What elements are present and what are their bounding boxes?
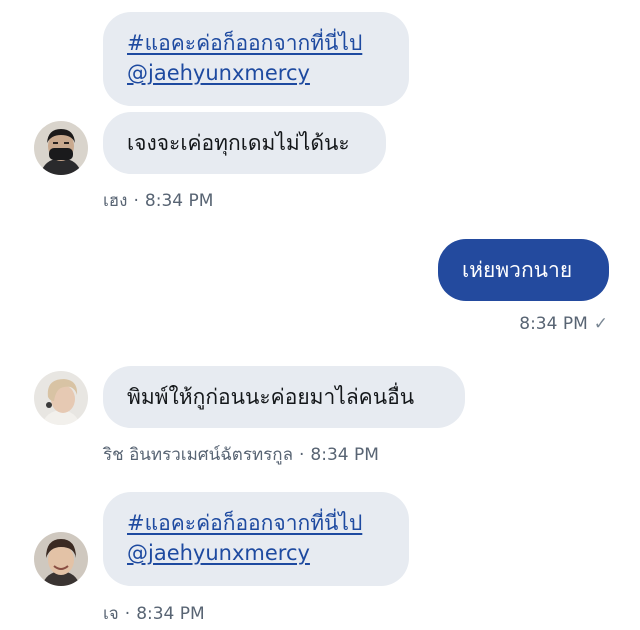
avatar[interactable] [34,371,88,425]
message-meta: เจ · 8:34 PM [103,600,205,627]
separator: · [299,445,305,465]
message-meta: ริช อินทรวเมศน์ฉัตรทรกูล · 8:34 PM [103,441,379,468]
check-icon: ✓ [593,314,608,334]
avatar-smiling-man-icon [34,532,88,586]
message-text: เจงจะเค่อทุกเดมไม่ได้นะ [127,131,350,155]
avatar-blond-man-icon [34,371,88,425]
mention-link[interactable]: @jaehyunxmercy [127,58,409,88]
message-text: เห่ยพวกนาย [462,258,573,282]
sender-name[interactable]: ริช อินทรวเมศน์ฉัตรทรกูล [103,445,293,465]
separator: · [124,604,131,624]
message-bubble: พิมพ์ให้กูก่อนนะค่อยมาไล่คนอื่น [103,366,465,428]
hashtag-link[interactable]: #แอคะค่อก็ออกจากที่นี่ไป [127,508,409,538]
message-bubble-outgoing: เห่ยพวกนาย [438,239,609,301]
avatar-masked-man-icon [34,121,88,175]
separator: · [133,191,139,211]
hashtag-link[interactable]: #แอคะค่อก็ออกจากที่นี่ไป [127,28,409,58]
avatar[interactable] [34,532,88,586]
timestamp: 8:34 PM [519,314,588,334]
message-text: พิมพ์ให้กูก่อนนะค่อยมาไล่คนอื่น [127,385,415,409]
mention-link[interactable]: @jaehyunxmercy [127,538,409,568]
avatar[interactable] [34,121,88,175]
timestamp: 8:34 PM [136,604,205,624]
sender-name[interactable]: เจ [103,604,119,624]
timestamp: 8:34 PM [310,445,379,465]
message-bubble-link: #แอคะค่อก็ออกจากที่นี่ไป @jaehyunxmercy [103,12,409,106]
message-meta-outgoing: 8:34 PM ✓ [519,314,608,334]
message-bubble: เจงจะเค่อทุกเดมไม่ได้นะ [103,112,386,174]
timestamp: 8:34 PM [144,191,214,211]
message-meta: เฮง · 8:34 PM [103,187,213,214]
sender-name[interactable]: เฮง [103,191,128,211]
message-bubble-link: #แอคะค่อก็ออกจากที่นี่ไป @jaehyunxmercy [103,492,409,586]
